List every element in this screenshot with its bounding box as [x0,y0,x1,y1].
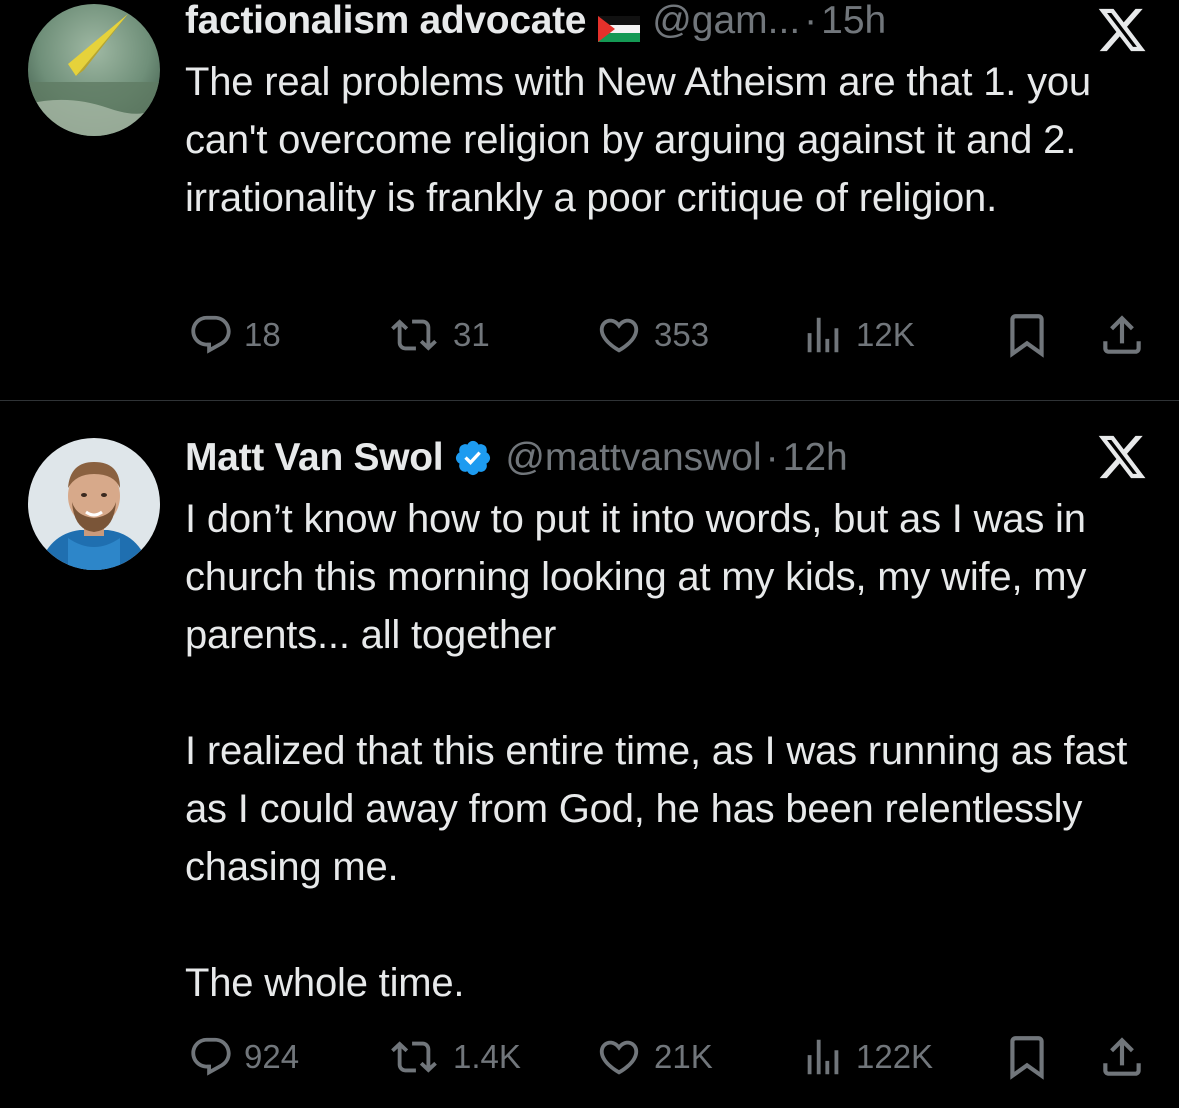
views-icon [807,317,839,353]
separator-dot: · [765,436,779,479]
author-name[interactable]: Matt Van Swol [185,436,444,480]
share-icon [1103,1037,1141,1076]
reply-icon [191,1037,231,1076]
reply-count: 924 [244,1038,300,1075]
views-button[interactable]: 12K [800,310,915,360]
views-count: 12K [856,316,915,353]
bookmark-button[interactable] [1002,310,1052,360]
reply-count: 18 [244,316,281,353]
timestamp[interactable]: 12h [783,436,848,480]
bookmark-icon [1010,314,1044,358]
tweet-text: The real problems with New Atheism are t… [185,53,1160,227]
views-icon [807,1039,839,1075]
like-button[interactable]: 353 [594,310,709,360]
avatar[interactable] [28,4,160,136]
tweet-paragraph: I don’t know how to put it into words, b… [185,497,1087,657]
x-logo-icon [1095,431,1149,483]
author-name[interactable]: factionalism advocate [185,0,586,43]
tweet-header: factionalism advocate @gam... · 15h [185,0,886,46]
tweet-text: I don’t know how to put it into words, b… [185,490,1160,1012]
tweet-actions: 18 31 353 12K [0,310,1179,360]
tweet-paragraph: The real problems with New Atheism are t… [185,60,1091,220]
x-logo-icon [1095,4,1149,56]
verified-badge-icon [453,438,493,478]
tweet[interactable]: factionalism advocate @gam... · 15h The … [0,0,1179,400]
heart-icon [599,318,639,353]
heart-icon [599,1040,639,1075]
timestamp[interactable]: 15h [821,0,886,43]
palestine-flag-icon [598,8,641,42]
tweet[interactable]: Matt Van Swol @mattvanswol · 12h I don’t… [0,401,1179,1108]
tweet-header: Matt Van Swol @mattvanswol · 12h [185,433,848,483]
author-handle[interactable]: @gam... [652,0,800,43]
share-button[interactable] [1097,310,1147,360]
share-button[interactable] [1097,1032,1147,1082]
like-count: 21K [654,1038,713,1075]
bookmark-icon [1010,1036,1044,1080]
tweet-actions: 924 1.4K 21K 122K [0,1032,1179,1082]
repost-count: 31 [453,316,490,353]
share-icon [1103,315,1141,354]
like-button[interactable]: 21K [594,1032,713,1082]
reply-button[interactable]: 18 [188,310,281,360]
views-button[interactable]: 122K [800,1032,933,1082]
repost-button[interactable]: 1.4K [385,1032,521,1082]
reply-icon [191,315,231,354]
tweet-paragraph: I realized that this entire time, as I w… [185,729,1128,889]
tweet-paragraph: The whole time. [185,961,465,1005]
avatar[interactable] [28,438,160,570]
views-count: 122K [856,1038,934,1075]
separator-dot: · [804,0,818,42]
repost-icon [391,319,437,351]
like-count: 353 [654,316,710,353]
repost-icon [391,1041,437,1073]
bookmark-button[interactable] [1002,1032,1052,1082]
author-handle[interactable]: @mattvanswol [505,436,761,480]
repost-button[interactable]: 31 [385,310,490,360]
repost-count: 1.4K [453,1038,521,1075]
reply-button[interactable]: 924 [188,1032,299,1082]
